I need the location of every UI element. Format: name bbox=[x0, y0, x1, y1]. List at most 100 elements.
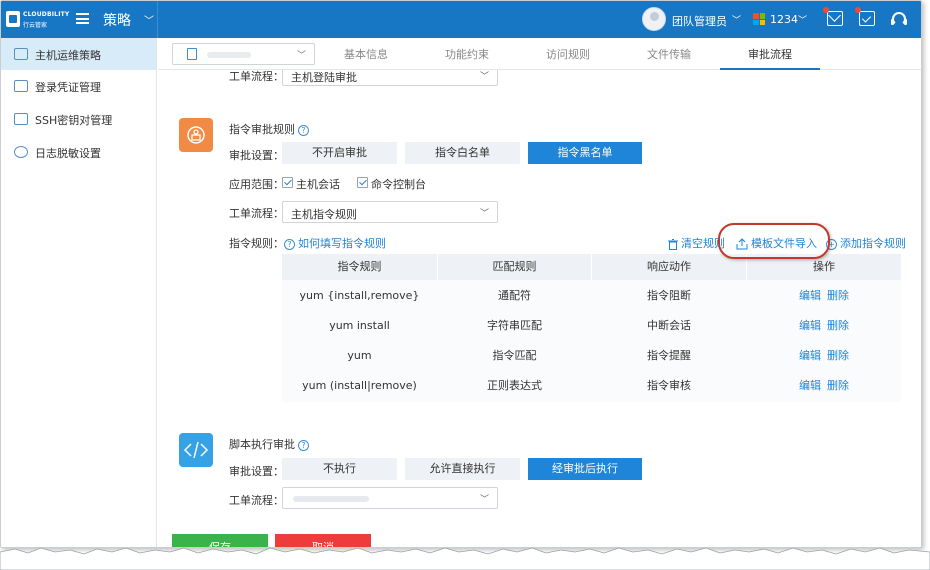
eye-icon bbox=[14, 146, 28, 158]
add-rule-button[interactable]: + 添加指令规则 bbox=[826, 235, 906, 251]
rule-cell: yum bbox=[347, 349, 372, 362]
policy-selector[interactable]: ﹀ bbox=[172, 43, 315, 65]
action-cell: 中断会话 bbox=[647, 319, 691, 332]
select-value: 主机指令规则 bbox=[291, 208, 357, 221]
table-row: yum (install|remove) 正则表达式 指令审核 编辑 删除 bbox=[282, 371, 901, 401]
table-row: yum 指令匹配 指令提醒 编辑 删除 bbox=[282, 341, 901, 371]
user-chevron-down-icon[interactable]: ﹀ bbox=[732, 13, 741, 26]
edit-link[interactable]: 编辑 bbox=[799, 371, 821, 401]
module-title[interactable]: 策略 bbox=[103, 10, 131, 30]
help-icon: ? bbox=[284, 238, 295, 250]
column-header-rule: 指令规则 bbox=[337, 260, 382, 273]
top-flow-label: 工单流程： bbox=[229, 70, 284, 83]
sidebar-item-ssh-keys[interactable]: SSH密钥对管理 bbox=[1, 103, 156, 135]
chevron-down-icon: ﹀ bbox=[479, 72, 489, 82]
delete-link[interactable]: 删除 bbox=[827, 341, 849, 371]
option-direct-execute[interactable]: 允许直接执行 bbox=[405, 458, 520, 480]
delete-link[interactable]: 删除 bbox=[827, 281, 849, 311]
match-cell: 字符串匹配 bbox=[487, 319, 542, 332]
option-no-execute[interactable]: 不执行 bbox=[282, 458, 397, 480]
chevron-down-icon: ﹀ bbox=[479, 209, 489, 219]
topbar-divider bbox=[157, 1, 158, 38]
tab-function-constraints[interactable]: 功能约束 bbox=[417, 46, 517, 62]
tab-approval-flow[interactable]: 审批流程 bbox=[720, 46, 820, 62]
link-text: 如何填写指令规则 bbox=[298, 237, 386, 250]
top-bar: CLOUDBILITY 行云管家 策略 ﹀ 团队管理员 ﹀ 1234 ﹀ bbox=[1, 1, 921, 38]
mail-icon[interactable] bbox=[823, 7, 843, 26]
select-value: 主机登陆审批 bbox=[291, 71, 357, 84]
sidebar-item-label: 主机运维策略 bbox=[35, 49, 101, 62]
import-highlight-annotation bbox=[718, 223, 830, 259]
table-row: yum {install,remove} 通配符 指令阻断 编辑 删除 bbox=[282, 281, 901, 311]
key-icon bbox=[14, 113, 28, 125]
sidebar: 主机运维策略 登录凭证管理 SSH密钥对管理 日志脱敏设置 bbox=[1, 38, 157, 547]
task-icon[interactable] bbox=[855, 7, 875, 26]
flow-label: 工单流程： bbox=[229, 207, 284, 220]
option-blacklist[interactable]: 指令黑名单 bbox=[528, 142, 642, 164]
delete-link[interactable]: 删除 bbox=[827, 371, 849, 401]
action-cell: 指令审核 bbox=[647, 379, 691, 392]
brand-logo[interactable]: CLOUDBILITY 行云管家 bbox=[6, 9, 70, 31]
avatar[interactable] bbox=[642, 7, 666, 31]
tab-basic-info[interactable]: 基本信息 bbox=[316, 46, 416, 62]
sidebar-item-log-masking[interactable]: 日志脱敏设置 bbox=[1, 136, 156, 168]
how-to-fill-rules-link[interactable]: ? 如何填写指令规则 bbox=[284, 235, 386, 251]
command-console-label: 命令控制台 bbox=[371, 178, 426, 191]
chevron-down-icon: ﹀ bbox=[296, 51, 306, 61]
option-whitelist[interactable]: 指令白名单 bbox=[405, 142, 520, 164]
tab-file-transfer[interactable]: 文件传输 bbox=[619, 46, 719, 62]
balance-counter[interactable]: 1234 bbox=[770, 13, 798, 26]
option-execute-after-approval[interactable]: 经审批后执行 bbox=[528, 458, 642, 480]
trash-icon bbox=[668, 238, 678, 250]
host-policy-icon bbox=[14, 48, 28, 60]
active-tab-indicator bbox=[720, 68, 820, 70]
match-cell: 指令匹配 bbox=[492, 349, 537, 362]
column-header-action: 响应动作 bbox=[647, 260, 691, 273]
column-header-match: 匹配规则 bbox=[492, 260, 537, 273]
rule-cell: yum install bbox=[329, 319, 390, 332]
policy-name-redacted bbox=[207, 52, 251, 58]
notification-dot bbox=[823, 7, 829, 13]
action-cell: 指令阻断 bbox=[647, 289, 691, 302]
headset-icon[interactable] bbox=[891, 11, 907, 27]
main-content: ﹀ 基本信息 功能约束 访问规则 文件传输 审批流程 工单流程： 主机登陆审批 … bbox=[158, 38, 921, 547]
username[interactable]: 团队管理员 bbox=[672, 13, 727, 29]
section-title-text: 指令审批规则 bbox=[229, 123, 295, 136]
script-flow-select[interactable]: ﹀ bbox=[282, 487, 498, 509]
logo-mark-icon bbox=[6, 11, 20, 27]
flow-value-redacted bbox=[293, 496, 369, 502]
help-icon[interactable]: ? bbox=[298, 439, 309, 451]
sidebar-item-host-policy[interactable]: 主机运维策略 bbox=[1, 38, 156, 70]
table-row: yum install 字符串匹配 中断会话 编辑 删除 bbox=[282, 311, 901, 341]
tab-access-rules[interactable]: 访问规则 bbox=[518, 46, 618, 62]
command-rules-table: 指令规则 匹配规则 响应动作 操作 yum {install,remove} 通… bbox=[282, 254, 901, 402]
host-session-checkbox[interactable] bbox=[282, 177, 293, 188]
edit-link[interactable]: 编辑 bbox=[799, 341, 821, 371]
script-setting-label: 审批设置： bbox=[229, 465, 284, 478]
brand-name: CLOUDBILITY bbox=[23, 11, 70, 18]
sidebar-item-label: 登录凭证管理 bbox=[35, 81, 101, 94]
option-no-approval[interactable]: 不开启审批 bbox=[282, 142, 397, 164]
sidebar-item-label: SSH密钥对管理 bbox=[35, 114, 113, 127]
match-cell: 正则表达式 bbox=[487, 379, 542, 392]
counter-chevron-down-icon[interactable]: ﹀ bbox=[798, 13, 807, 26]
chevron-down-icon: ﹀ bbox=[479, 495, 489, 505]
edit-link[interactable]: 编辑 bbox=[799, 281, 821, 311]
app-window: CLOUDBILITY 行云管家 策略 ﹀ 团队管理员 ﹀ 1234 ﹀ 主机运 bbox=[0, 0, 922, 548]
host-session-label: 主机会话 bbox=[296, 178, 340, 191]
module-dropdown-chevron-icon[interactable]: ﹀ bbox=[144, 12, 154, 27]
delete-link[interactable]: 删除 bbox=[827, 311, 849, 341]
script-approval-code-icon bbox=[179, 433, 213, 467]
tab-bar: ﹀ 基本信息 功能约束 访问规则 文件传输 审批流程 bbox=[158, 38, 921, 70]
windows-icon[interactable] bbox=[753, 13, 765, 25]
edit-link[interactable]: 编辑 bbox=[799, 311, 821, 341]
clear-rules-button[interactable]: 清空规则 bbox=[668, 235, 725, 251]
command-console-checkbox[interactable] bbox=[357, 177, 368, 188]
sidebar-item-credentials[interactable]: 登录凭证管理 bbox=[1, 70, 156, 102]
match-cell: 通配符 bbox=[498, 289, 531, 302]
rule-cell: yum (install|remove) bbox=[302, 379, 417, 392]
menu-icon[interactable] bbox=[76, 13, 89, 24]
scope-label: 应用范围： bbox=[229, 178, 284, 191]
help-icon[interactable]: ? bbox=[298, 124, 309, 136]
command-flow-select[interactable]: 主机指令规则 ﹀ bbox=[282, 201, 498, 223]
